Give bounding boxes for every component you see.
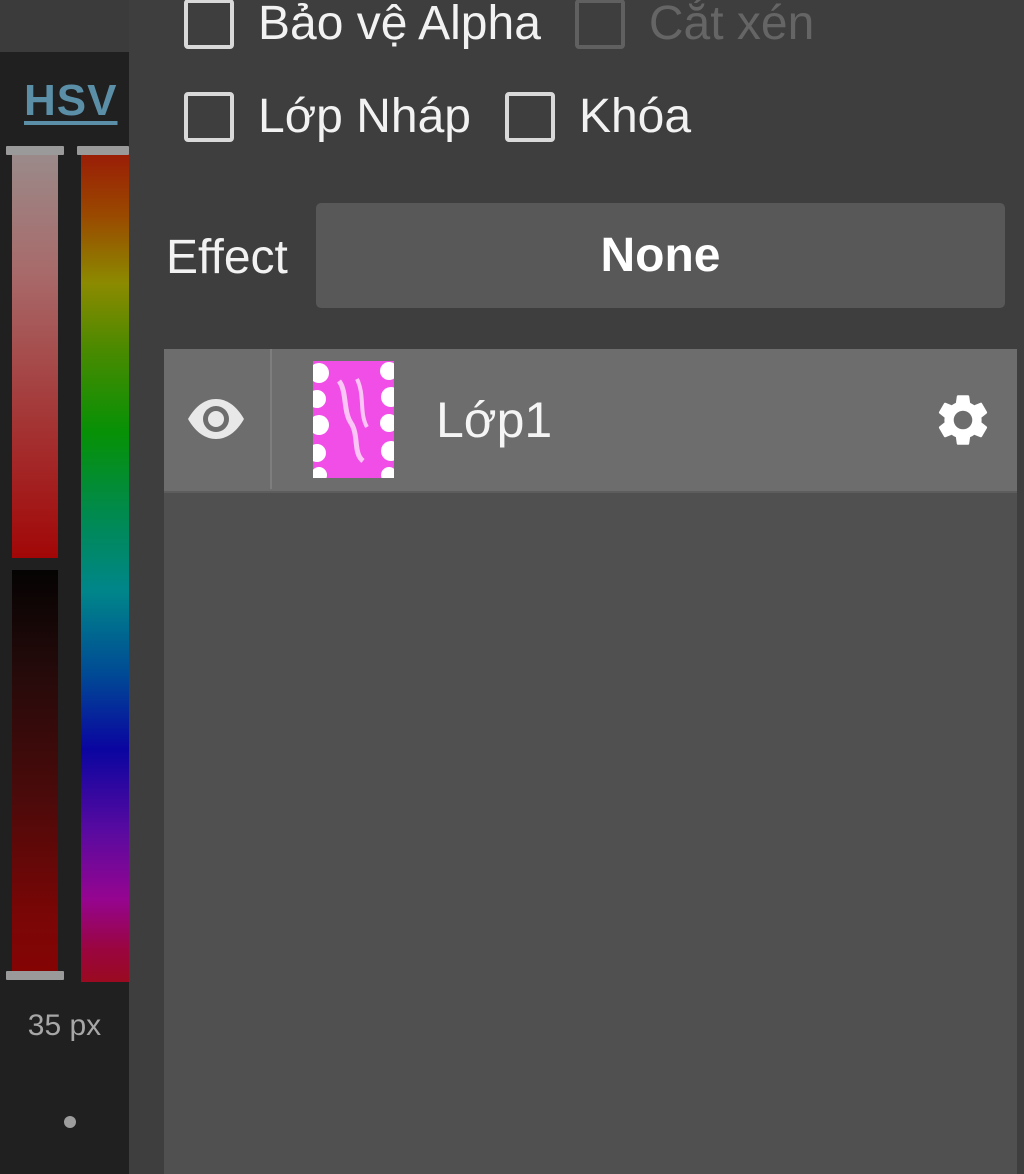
- layer-row[interactable]: Lớp1: [164, 349, 1017, 493]
- layer-thumbnail: [313, 361, 394, 478]
- clipping-option[interactable]: Cắt xén: [574, 0, 815, 52]
- clipping-checkbox[interactable]: [574, 0, 625, 49]
- alpha-protect-option[interactable]: Bảo vệ Alpha: [184, 0, 541, 52]
- layer-list[interactable]: Lớp1: [164, 349, 1017, 1174]
- lock-label: Khóa: [578, 90, 692, 143]
- draft-layer-label: Lớp Nháp: [258, 90, 471, 143]
- alpha-protect-checkbox[interactable]: [184, 0, 234, 49]
- layer-thumbnail-art: [313, 361, 394, 478]
- alpha-protect-label: Bảo vệ Alpha: [258, 0, 541, 50]
- eye-icon[interactable]: [186, 397, 246, 441]
- value-slider-handle[interactable]: [6, 971, 64, 980]
- draft-layer-option[interactable]: Lớp Nháp: [184, 89, 471, 145]
- color-mode-link[interactable]: HSV: [24, 76, 117, 126]
- lock-option[interactable]: Khóa: [504, 89, 692, 145]
- layer-name: Lớp1: [436, 392, 553, 448]
- effect-select-button[interactable]: None: [316, 203, 1005, 308]
- tool-icon[interactable]: [44, 0, 80, 14]
- hue-slider[interactable]: [81, 150, 129, 982]
- clipping-label: Cắt xén: [648, 0, 815, 50]
- gear-icon[interactable]: [932, 389, 994, 451]
- draft-layer-checkbox[interactable]: [184, 92, 234, 142]
- hue-slider-handle[interactable]: [77, 146, 129, 155]
- saturation-slider[interactable]: [12, 150, 58, 558]
- effect-label: Effect: [166, 231, 288, 284]
- row-divider: [270, 349, 272, 489]
- layer-options-row-2: Lớp Nháp Khóa: [184, 87, 691, 147]
- brush-preview-dot: [64, 1116, 76, 1128]
- tool-strip: [0, 0, 129, 52]
- color-panel: HSV 35 px: [0, 0, 129, 1174]
- value-slider[interactable]: [12, 570, 58, 976]
- layer-options-row-1: Bảo vệ Alpha Cắt xén: [184, 0, 814, 54]
- saturation-slider-handle[interactable]: [6, 146, 64, 155]
- lock-checkbox[interactable]: [504, 92, 555, 142]
- brush-size-label: 35 px: [27, 1009, 102, 1042]
